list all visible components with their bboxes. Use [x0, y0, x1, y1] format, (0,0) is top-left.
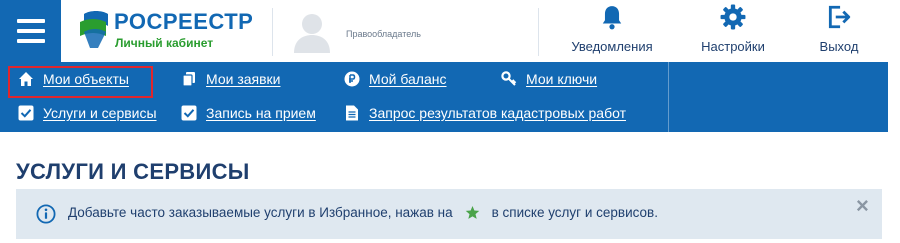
header-divider	[272, 8, 273, 56]
logo-subtitle: Личный кабинет	[115, 36, 214, 50]
user-avatar-icon[interactable]	[290, 9, 334, 53]
document-icon	[346, 105, 358, 121]
info-alert: Добавьте часто заказываемые услуги в Изб…	[16, 189, 882, 239]
exit-icon	[828, 5, 851, 29]
nav-item-label: Запрос результатов кадастровых работ	[369, 105, 627, 121]
nav-row: Услуги и сервисы Запись на прием Запрос …	[0, 96, 668, 130]
ruble-icon	[344, 71, 360, 87]
star-icon	[465, 205, 479, 219]
exit-label: Выход	[819, 39, 859, 54]
nav-item-my-requests[interactable]: Мои заявки	[181, 68, 280, 90]
nav-item-label: Мой баланс	[369, 71, 447, 87]
nav-item-label: Мои ключи	[526, 71, 598, 87]
settings-label: Настройки	[701, 39, 765, 54]
nav-item-label: Мои объекты	[43, 71, 129, 87]
key-icon	[501, 71, 517, 86]
rosreestr-emblem-icon	[80, 11, 108, 48]
nav-item-appointment[interactable]: Запись на прием	[181, 102, 316, 124]
nav-item-label: Услуги и сервисы	[43, 105, 157, 121]
page-title: УСЛУГИ И СЕРВИСЫ	[16, 159, 250, 184]
main-navigation: Мои объекты Мои заявки Мой баланс Мои кл…	[0, 62, 888, 132]
gear-icon	[720, 4, 746, 30]
nav-item-cadastral-request[interactable]: Запрос результатов кадастровых работ	[344, 102, 626, 124]
checkbox-icon	[18, 105, 34, 121]
alert-text-after: в списке услуг и сервисов.	[491, 205, 658, 220]
top-header: РОСРЕЕСТР Личный кабинет Правообладатель…	[0, 0, 900, 62]
home-icon	[19, 72, 33, 86]
nav-item-my-keys[interactable]: Мои ключи	[501, 68, 597, 90]
nav-item-my-objects[interactable]: Мои объекты	[18, 68, 129, 90]
documents-icon	[182, 72, 195, 87]
exit-button[interactable]: Выход	[808, 4, 870, 58]
bell-icon	[602, 6, 622, 30]
notifications-label: Уведомления	[571, 39, 653, 54]
nav-item-label: Запись на прием	[206, 105, 316, 121]
rosreestr-logo[interactable]: РОСРЕЕСТР Личный кабинет	[78, 6, 268, 54]
notifications-button[interactable]: Уведомления	[566, 4, 658, 58]
logo-title: РОСРЕЕСТР	[114, 9, 254, 34]
nav-item-label: Мои заявки	[206, 71, 281, 87]
alert-text-before: Добавьте часто заказываемые услуги в Изб…	[68, 205, 453, 220]
header-divider	[538, 8, 539, 56]
checkbox-icon	[181, 105, 197, 121]
alert-message: Добавьте часто заказываемые услуги в Изб…	[68, 205, 658, 220]
info-icon	[36, 204, 56, 224]
nav-divider	[668, 62, 669, 132]
hamburger-menu-icon[interactable]	[0, 0, 61, 62]
nav-item-services[interactable]: Услуги и сервисы	[18, 102, 157, 124]
close-icon[interactable]: ×	[856, 195, 869, 217]
nav-row: Мои объекты Мои заявки Мой баланс Мои кл…	[0, 62, 668, 98]
nav-item-my-balance[interactable]: Мой баланс	[344, 68, 447, 90]
settings-button[interactable]: Настройки	[693, 4, 773, 58]
user-role: Правообладатель	[346, 29, 421, 39]
